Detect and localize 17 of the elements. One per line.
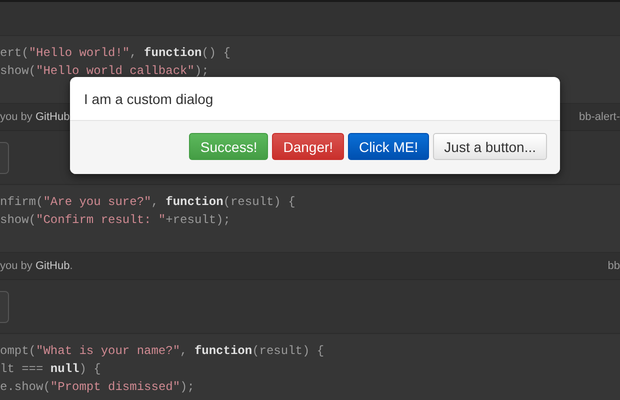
- button-edge[interactable]: [0, 290, 9, 322]
- button-edge[interactable]: [0, 142, 9, 174]
- code-line: e.show("Prompt dismissed");: [0, 379, 196, 396]
- dialog-button[interactable]: Danger!: [272, 133, 344, 160]
- code-line: ert("Hello world!", function() {: [0, 45, 232, 62]
- code-line: lt === null) {: [0, 361, 102, 378]
- code-line: show("Confirm result: "+result);: [0, 212, 232, 229]
- file-name: bb: [608, 260, 620, 272]
- file-name: bb-alert-: [579, 111, 620, 123]
- code-line: nfirm("Are you sure?", function(result) {: [0, 194, 296, 211]
- dialog-button[interactable]: Just a button...: [433, 133, 547, 160]
- code-line: show("Hello world callback");: [0, 63, 210, 80]
- footer-credit: you by GitHub.: [0, 260, 73, 272]
- dialog-message: I am a custom dialog: [83, 90, 214, 109]
- code-line: ompt("What is your name?", function(result) {: [0, 343, 326, 360]
- footer-credit: you by GitHub: [0, 111, 70, 123]
- dialog-button[interactable]: Click ME!: [348, 133, 430, 160]
